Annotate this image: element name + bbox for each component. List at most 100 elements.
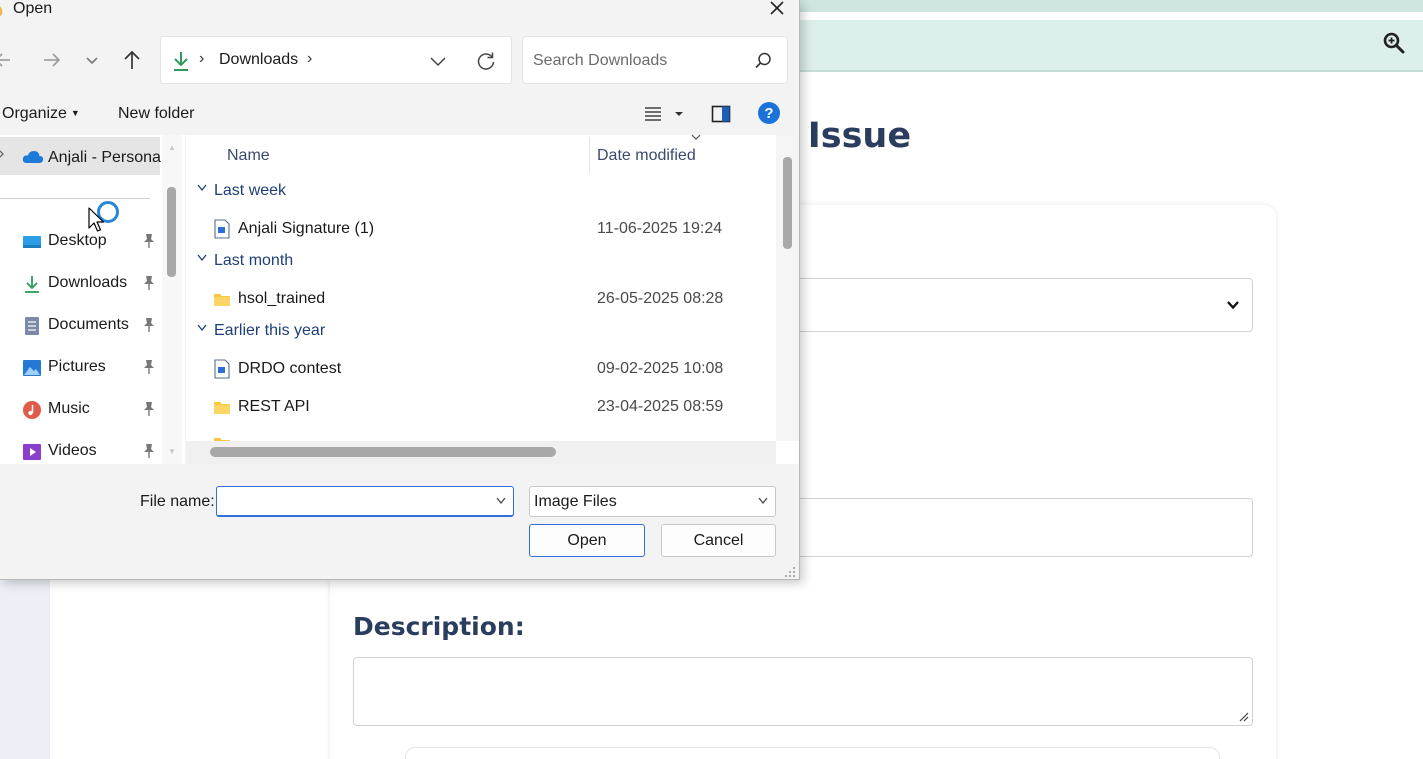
sidebar-item-desktop[interactable]: Desktop [0, 223, 160, 259]
open-button[interactable]: Open [529, 524, 645, 557]
breadcrumb-separator-trailing[interactable]: › [307, 50, 312, 68]
file-name: REST API [238, 398, 310, 415]
description-textarea[interactable] [353, 657, 1253, 726]
cancel-button[interactable]: Cancel [661, 524, 776, 557]
navigation-pane: Anjali - Personal Desktop Downloads Docu… [0, 135, 185, 464]
nav-scrollbar[interactable] [162, 135, 182, 464]
pin-icon[interactable] [142, 359, 156, 375]
sidebar-item-downloads[interactable]: Downloads [0, 265, 160, 301]
group-header-last-week[interactable]: Last week [196, 182, 286, 206]
documents-icon [25, 317, 39, 335]
back-arrow-icon[interactable] [0, 48, 16, 72]
resize-grip-icon[interactable] [784, 566, 796, 578]
file-date: 23-04-2025 08:59 [597, 398, 724, 415]
download-icon [174, 52, 188, 71]
vertical-scrollbar-thumb[interactable] [783, 157, 792, 249]
chevron-down-icon [1227, 301, 1239, 310]
sidebar-item-pictures[interactable]: Pictures [0, 349, 160, 385]
file-list-viewport: Last week Anjali Signature (1) 11-06-202… [186, 177, 776, 441]
scroll-down-arrow-icon[interactable]: ▼ [168, 447, 176, 456]
description-label: Description: [353, 612, 525, 641]
sidebar-item-label: Videos [48, 442, 97, 459]
forward-arrow-icon[interactable] [40, 48, 64, 72]
collapse-chevron-icon [197, 184, 207, 192]
group-header-earlier-this-year[interactable]: Earlier this year [196, 322, 325, 346]
pictures-icon [23, 360, 41, 376]
sidebar-item-videos[interactable]: Videos [0, 433, 160, 469]
svg-text:?: ? [764, 105, 773, 122]
column-header-name[interactable]: Name [227, 147, 270, 165]
collapse-chevron-icon [197, 254, 207, 262]
horizontal-scrollbar-thumb[interactable] [210, 447, 556, 457]
search-icon [755, 52, 771, 69]
group-header-last-month[interactable]: Last month [196, 252, 293, 276]
sidebar-item-label: Downloads [48, 274, 128, 291]
file-row[interactable]: Anjali Signature (1) 11-06-2025 19:24 [186, 213, 776, 247]
sidebar-item-documents[interactable]: Documents [0, 307, 160, 343]
dialog-titlebar[interactable]: Open [0, 0, 799, 24]
file-date: 11-06-2025 19:24 [597, 220, 723, 237]
videos-icon [23, 444, 41, 460]
address-history-chevron-icon[interactable] [427, 50, 449, 72]
image-file-icon [214, 359, 230, 379]
recent-locations-chevron-icon[interactable] [80, 48, 104, 72]
file-type-select[interactable]: Image Files [529, 486, 776, 517]
upload-area[interactable] [405, 747, 1220, 759]
file-name: Anjali Signature (1) [238, 220, 375, 237]
breadcrumb-downloads[interactable]: Downloads [219, 51, 298, 69]
pin-icon[interactable] [142, 401, 156, 417]
sidebar-item-onedrive[interactable]: Anjali - Personal [0, 137, 165, 175]
pin-icon[interactable] [142, 317, 156, 333]
nav-divider [0, 198, 150, 199]
sidebar-item-label: Documents [48, 316, 129, 333]
open-file-dialog: Open › Downloads › Search Downloads Orga… [0, 0, 800, 580]
pin-icon[interactable] [142, 443, 156, 459]
new-folder-button[interactable]: New folder [118, 105, 194, 123]
search-input[interactable]: Search Downloads [522, 36, 788, 84]
expand-chevron-icon[interactable] [0, 148, 6, 160]
scroll-up-arrow-icon[interactable]: ▲ [168, 143, 176, 152]
column-header-date-modified[interactable]: Date modified [597, 147, 696, 165]
pin-icon[interactable] [142, 275, 156, 291]
file-type-value: Image Files [534, 493, 617, 510]
pin-icon[interactable] [142, 233, 156, 249]
address-bar[interactable]: › Downloads › [160, 36, 512, 84]
file-row[interactable]: hsol_trained 26-05-2025 08:28 [186, 283, 776, 317]
preview-pane-icon[interactable] [710, 103, 732, 125]
breadcrumb-separator[interactable]: › [199, 50, 204, 68]
issue-category-select[interactable] [780, 278, 1253, 332]
onedrive-cloud-icon [22, 151, 44, 163]
folder-icon [214, 294, 230, 306]
mouse-cursor-icon [88, 207, 105, 232]
download-icon [25, 276, 39, 293]
location-input[interactable] [780, 498, 1253, 557]
file-name-input[interactable] [216, 486, 514, 517]
organize-menu-button[interactable]: Organize ▼ [2, 105, 80, 123]
folder-icon [214, 438, 230, 441]
file-row[interactable]: REST API 23-04-2025 08:59 [186, 391, 776, 425]
up-arrow-icon[interactable] [120, 48, 144, 72]
dialog-title: Open [13, 0, 53, 17]
sort-descending-icon [691, 134, 701, 140]
file-list: Name Date modified Last week Anjali Sign… [186, 134, 799, 464]
magnifier-icon[interactable] [1382, 31, 1406, 55]
resize-handle-icon[interactable] [1239, 712, 1249, 722]
nav-scrollbar-thumb[interactable] [167, 187, 176, 277]
file-row-partial[interactable] [186, 427, 776, 441]
music-icon [23, 401, 41, 419]
file-name-label: File name: [140, 493, 215, 510]
help-icon[interactable]: ? [757, 101, 781, 125]
sidebar-item-label: Music [48, 400, 90, 417]
refresh-icon[interactable] [475, 50, 497, 72]
view-options-icon[interactable] [643, 104, 685, 124]
sidebar-item-music[interactable]: Music [0, 391, 160, 427]
column-divider[interactable] [589, 137, 590, 173]
sidebar-item-label: Anjali - Personal [48, 149, 165, 166]
close-icon[interactable] [762, 0, 792, 21]
chevron-down-icon[interactable] [495, 496, 507, 506]
file-name: hsol_trained [238, 290, 326, 307]
sidebar-item-label: Pictures [48, 358, 106, 375]
chevron-down-icon [758, 497, 768, 505]
file-row[interactable]: DRDO contest 09-02-2025 10:08 [186, 353, 776, 387]
image-file-icon [214, 219, 230, 239]
